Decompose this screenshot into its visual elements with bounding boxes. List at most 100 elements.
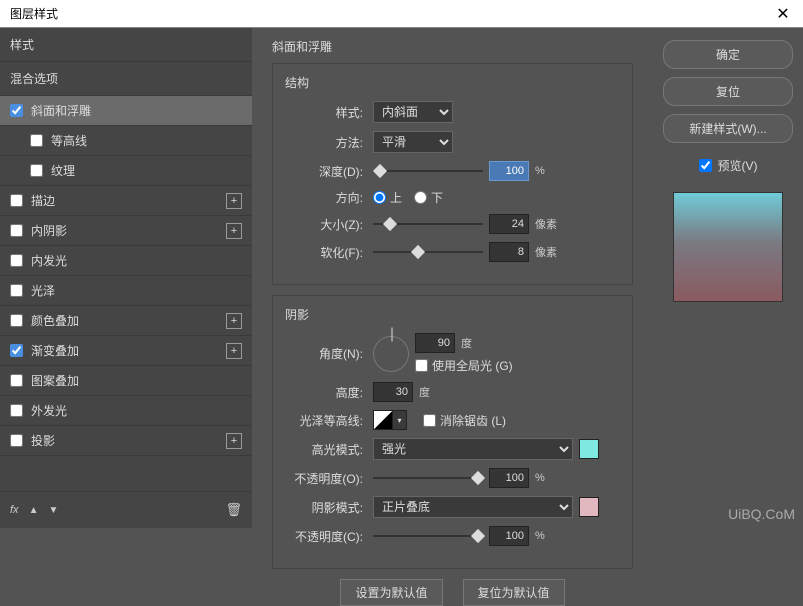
direction-up-radio[interactable]: 上: [373, 189, 402, 206]
plus-icon[interactable]: +: [226, 223, 242, 239]
style-label: 外发光: [31, 402, 242, 419]
direction-label: 方向:: [285, 189, 367, 206]
shadow-mode-label: 阴影模式:: [285, 499, 367, 516]
new-style-button[interactable]: 新建样式(W)...: [663, 114, 793, 143]
soften-input[interactable]: [489, 242, 529, 262]
soften-slider[interactable]: [373, 251, 483, 253]
cancel-button[interactable]: 复位: [663, 77, 793, 106]
style-label: 内阴影: [31, 222, 226, 239]
shadow-opacity-label: 不透明度(C):: [285, 528, 367, 545]
style-label: 投影: [31, 432, 226, 449]
style-row[interactable]: 描边+: [0, 186, 252, 216]
style-checkbox[interactable]: [30, 134, 43, 147]
styles-panel: 样式 混合选项 斜面和浮雕等高线纹理描边+内阴影+内发光光泽颜色叠加+渐变叠加+…: [0, 28, 252, 528]
angle-label: 角度(N):: [285, 345, 367, 362]
style-checkbox[interactable]: [10, 344, 23, 357]
style-label: 斜面和浮雕: [31, 102, 242, 119]
depth-label: 深度(D):: [285, 163, 367, 180]
style-dropdown[interactable]: 内斜面: [373, 101, 453, 123]
style-label: 等高线: [51, 132, 242, 149]
style-row[interactable]: 投影+: [0, 426, 252, 456]
antialias-checkbox[interactable]: 消除锯齿 (L): [423, 412, 506, 429]
style-checkbox[interactable]: [10, 254, 23, 267]
styles-header: 样式: [0, 28, 252, 62]
highlight-opacity-input[interactable]: [489, 468, 529, 488]
blending-options[interactable]: 混合选项: [0, 62, 252, 96]
depth-input[interactable]: [489, 161, 529, 181]
style-row[interactable]: 渐变叠加+: [0, 336, 252, 366]
style-checkbox[interactable]: [10, 374, 23, 387]
style-checkbox[interactable]: [10, 434, 23, 447]
style-row[interactable]: 等高线: [0, 126, 252, 156]
shadow-mode-dropdown[interactable]: 正片叠底: [373, 496, 573, 518]
style-row[interactable]: 光泽: [0, 276, 252, 306]
style-checkbox[interactable]: [30, 164, 43, 177]
panel-title: 斜面和浮雕: [272, 38, 633, 55]
highlight-mode-label: 高光模式:: [285, 441, 367, 458]
style-checkbox[interactable]: [10, 194, 23, 207]
highlight-color-swatch[interactable]: [579, 439, 599, 459]
trash-icon[interactable]: 🗑: [225, 502, 242, 518]
plus-icon[interactable]: +: [226, 433, 242, 449]
titlebar: 图层样式 ✕: [0, 0, 803, 28]
altitude-input[interactable]: [373, 382, 413, 402]
style-label: 渐变叠加: [31, 342, 226, 359]
highlight-opacity-slider[interactable]: [373, 477, 483, 479]
style-row[interactable]: 颜色叠加+: [0, 306, 252, 336]
preview-thumbnail: [673, 192, 783, 302]
style-label: 内发光: [31, 252, 242, 269]
size-input[interactable]: [489, 214, 529, 234]
close-button[interactable]: ✕: [763, 0, 803, 28]
style-row[interactable]: 外发光: [0, 396, 252, 426]
fx-icon[interactable]: fx: [10, 504, 19, 516]
highlight-opacity-label: 不透明度(O):: [285, 470, 367, 487]
ok-button[interactable]: 确定: [663, 40, 793, 69]
titlebar-title: 图层样式: [10, 5, 58, 22]
style-checkbox[interactable]: [10, 404, 23, 417]
depth-slider[interactable]: [373, 170, 483, 172]
styles-footer: fx ▲ ▼ 🗑: [0, 491, 252, 528]
size-unit: 像素: [535, 216, 563, 232]
soften-label: 软化(F):: [285, 244, 367, 261]
direction-down-radio[interactable]: 下: [414, 189, 443, 206]
shadow-opacity-slider[interactable]: [373, 535, 483, 537]
style-row[interactable]: 斜面和浮雕: [0, 96, 252, 126]
structure-title: 结构: [285, 74, 620, 91]
close-icon: ✕: [776, 4, 789, 24]
chevron-down-icon: ▾: [393, 410, 407, 430]
style-label: 描边: [31, 192, 226, 209]
style-checkbox[interactable]: [10, 224, 23, 237]
style-label: 样式:: [285, 104, 367, 121]
global-light-checkbox[interactable]: 使用全局光 (G): [415, 357, 513, 374]
style-label: 颜色叠加: [31, 312, 226, 329]
make-default-button[interactable]: 设置为默认值: [340, 579, 442, 606]
plus-icon[interactable]: +: [226, 343, 242, 359]
plus-icon[interactable]: +: [226, 193, 242, 209]
depth-unit: %: [535, 165, 563, 177]
down-arrow-icon[interactable]: ▼: [48, 505, 58, 516]
highlight-mode-dropdown[interactable]: 强光: [373, 438, 573, 460]
angle-dial[interactable]: [373, 336, 409, 372]
angle-input[interactable]: [415, 333, 455, 353]
plus-icon[interactable]: +: [226, 313, 242, 329]
preview-checkbox[interactable]: 预览(V): [663, 157, 793, 174]
up-arrow-icon[interactable]: ▲: [29, 505, 39, 516]
method-dropdown[interactable]: 平滑: [373, 131, 453, 153]
style-row[interactable]: 纹理: [0, 156, 252, 186]
shading-title: 阴影: [285, 306, 620, 323]
style-checkbox[interactable]: [10, 104, 23, 117]
style-checkbox[interactable]: [10, 284, 23, 297]
style-row[interactable]: 图案叠加: [0, 366, 252, 396]
shadow-color-swatch[interactable]: [579, 497, 599, 517]
style-checkbox[interactable]: [10, 314, 23, 327]
size-slider[interactable]: [373, 223, 483, 225]
shadow-opacity-input[interactable]: [489, 526, 529, 546]
style-row[interactable]: 内阴影+: [0, 216, 252, 246]
size-label: 大小(Z):: [285, 216, 367, 233]
watermark: UiBQ.CoM: [728, 506, 795, 522]
reset-default-button[interactable]: 复位为默认值: [463, 579, 565, 606]
style-row[interactable]: 内发光: [0, 246, 252, 276]
highlight-opacity-unit: %: [535, 472, 563, 484]
gloss-contour-picker[interactable]: ▾: [373, 410, 407, 430]
altitude-label: 高度:: [285, 384, 367, 401]
